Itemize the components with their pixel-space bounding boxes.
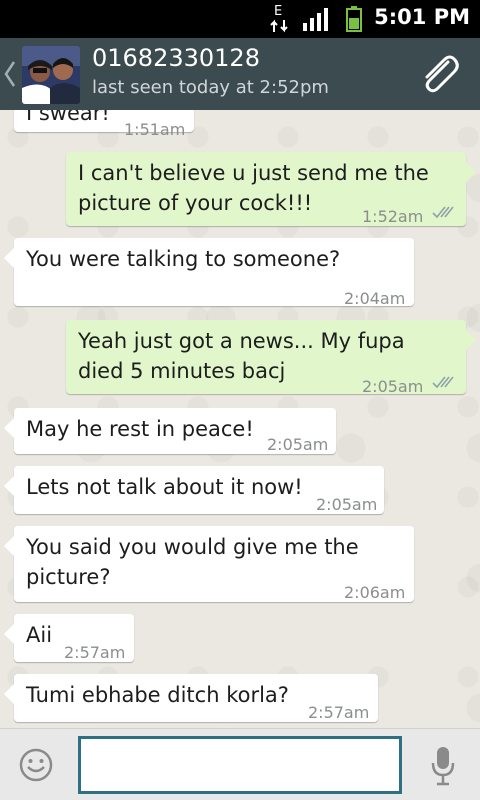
message-time: 2:05am xyxy=(362,377,424,396)
message-time: 2:04am xyxy=(344,289,406,308)
message-bubble-outgoing[interactable]: Yeah just got a news... My fupa died 5 m… xyxy=(66,320,476,396)
read-ticks-icon xyxy=(432,376,454,389)
battery-icon xyxy=(346,6,362,32)
message-text-line-1: Yeah just got a news... My fupa xyxy=(78,329,405,353)
message-text: You were talking to someone? xyxy=(26,247,341,271)
contact-name[interactable]: 01682330128 xyxy=(92,44,260,72)
message-time: 2:06am xyxy=(344,583,406,602)
status-time: 5:01 PM xyxy=(374,5,470,29)
network-type-label: E xyxy=(274,4,282,19)
back-chevron-icon[interactable] xyxy=(3,56,17,92)
message-text-line-1: I can't believe u just send me the xyxy=(78,161,429,185)
message-text-line-1: You said you would give me the xyxy=(26,535,359,559)
message-bubble-incoming[interactable]: May he rest in peace! 2:05am xyxy=(4,408,336,454)
message-bubble-incoming[interactable]: Aii 2:57am xyxy=(4,614,134,662)
microphone-icon[interactable] xyxy=(430,745,456,787)
chat-header[interactable]: 01682330128 last seen today at 2:52pm xyxy=(0,38,480,110)
message-bubble-incoming[interactable]: I swear! 1:51am xyxy=(14,110,194,139)
message-time: 2:05am xyxy=(267,435,329,454)
read-ticks-icon xyxy=(432,206,454,219)
last-seen-status: last seen today at 2:52pm xyxy=(92,77,329,98)
message-time: 2:57am xyxy=(308,703,370,722)
status-bar: E 5:01 PM xyxy=(0,0,480,38)
message-bubble-incoming[interactable]: Lets not talk about it now! 2:05am xyxy=(4,466,384,514)
message-time: 1:52am xyxy=(362,207,424,226)
data-arrows-icon: E xyxy=(270,4,288,33)
message-bubble-incoming[interactable]: Tumi ebhabe ditch korla? 2:57am xyxy=(4,674,378,722)
signal-icon xyxy=(303,8,328,31)
message-list[interactable]: I swear! 1:51am I can't believe u just s… xyxy=(0,110,480,728)
avatar[interactable] xyxy=(22,46,80,104)
message-bubble-incoming[interactable]: You were talking to someone? 2:04am xyxy=(4,238,414,308)
message-input[interactable] xyxy=(78,736,402,794)
message-bubble-outgoing[interactable]: I can't believe u just send me the pictu… xyxy=(66,152,476,226)
message-time: 1:51am xyxy=(124,120,186,139)
message-time: 2:57am xyxy=(64,643,126,662)
paperclip-icon[interactable] xyxy=(414,50,462,98)
compose-bar xyxy=(0,728,480,800)
message-time: 2:05am xyxy=(316,495,378,514)
message-bubble-incoming[interactable]: You said you would give me the picture? … xyxy=(4,526,414,602)
emoji-icon[interactable] xyxy=(18,747,54,783)
